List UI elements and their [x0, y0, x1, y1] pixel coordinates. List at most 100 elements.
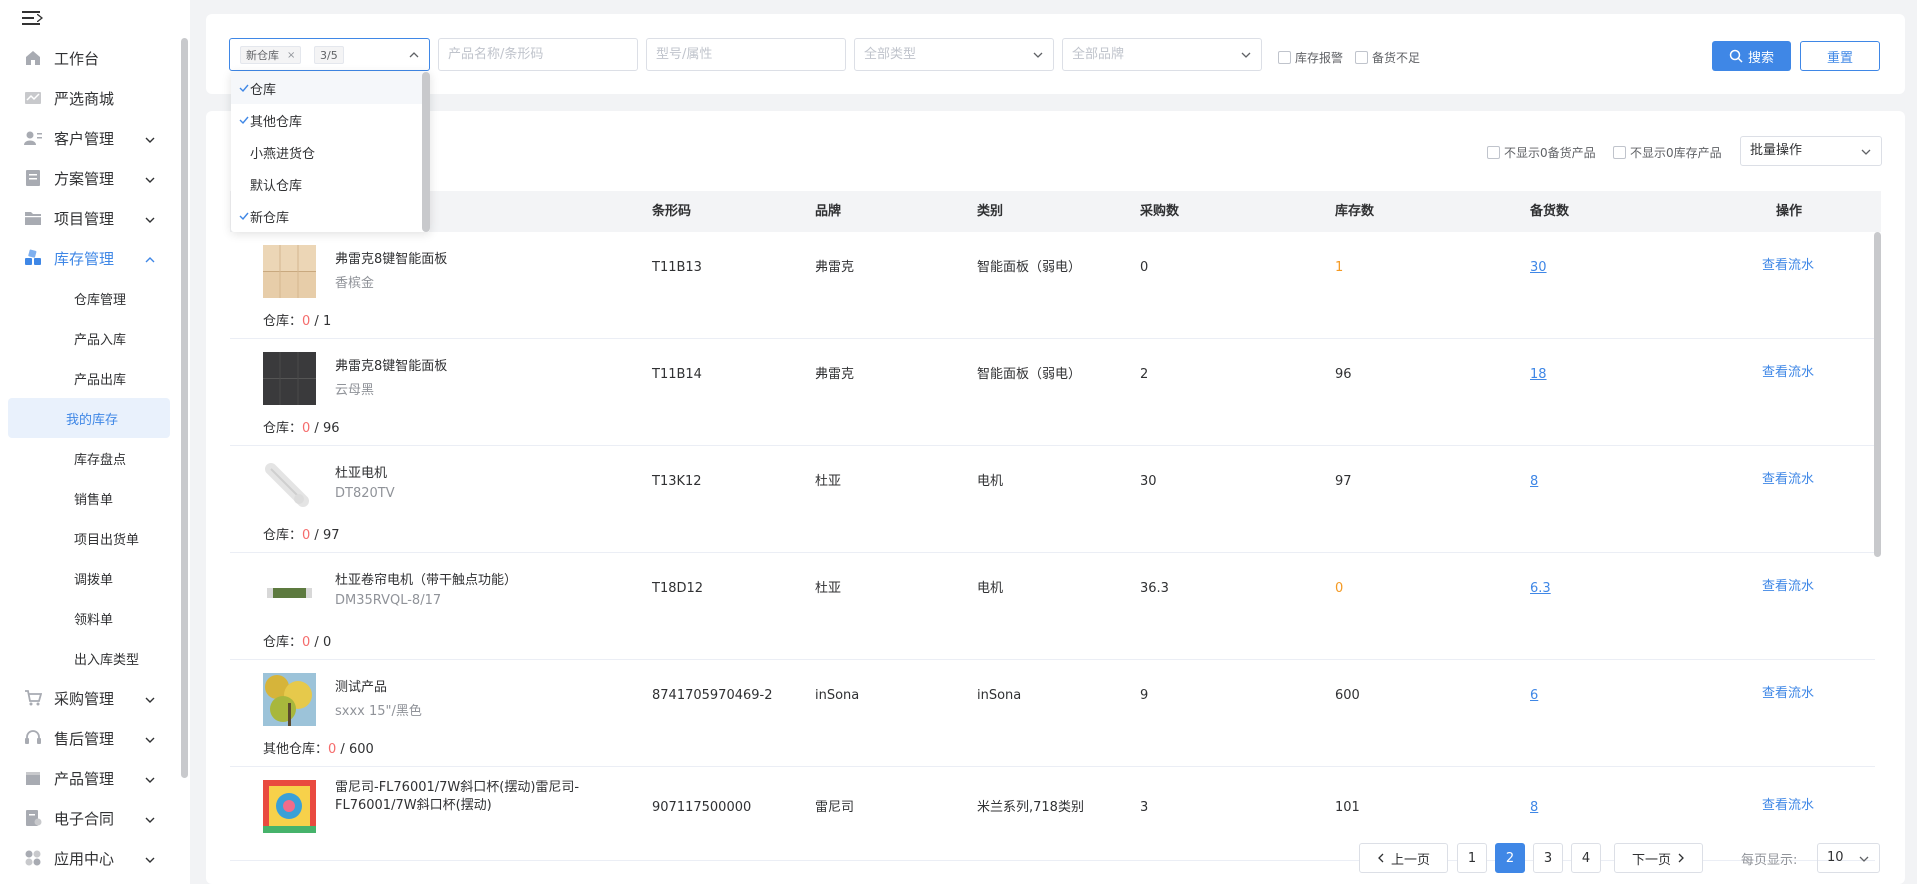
sidebar-item-0[interactable]: 工作台: [0, 38, 178, 78]
sidebar-item-3[interactable]: 方案管理: [0, 158, 178, 198]
dropdown-scrollbar[interactable]: [422, 72, 430, 232]
sidebar-item-7[interactable]: 售后管理: [0, 718, 178, 758]
view-flow-link[interactable]: 查看流水: [1762, 658, 1814, 730]
prev-page-button[interactable]: 上一页: [1359, 843, 1448, 873]
batch-operation-select[interactable]: 批量操作: [1740, 136, 1882, 166]
warehouse-tag: 新仓库 ×: [240, 46, 302, 64]
model-input[interactable]: 型号/属性: [646, 38, 846, 71]
sidebar-item-10[interactable]: 应用中心: [0, 838, 178, 878]
warehouse-option[interactable]: 小燕进货仓: [231, 136, 430, 168]
product-thumbnail[interactable]: [263, 566, 316, 619]
sidebar-subitem-6[interactable]: 项目出货单: [8, 518, 170, 558]
prepare-count-link[interactable]: 18: [1530, 339, 1547, 411]
reset-button[interactable]: 重置: [1800, 41, 1880, 71]
chevron-up-icon: [144, 252, 156, 264]
warehouse-stock-line: 仓库：0 / 96: [263, 417, 339, 436]
cell-barcode: T11B14: [652, 367, 702, 382]
warehouse-option-label: 其他仓库: [250, 114, 303, 130]
sidebar-item-2[interactable]: 客户管理: [0, 118, 178, 158]
sidebar-subitem-9[interactable]: 出入库类型: [8, 638, 170, 678]
warehouse-option-label: 默认仓库: [250, 178, 303, 194]
prepare-count-link[interactable]: 8: [1530, 774, 1538, 842]
sidebar-subitem-1[interactable]: 产品入库: [8, 318, 170, 358]
page-button[interactable]: 4: [1571, 843, 1601, 873]
prepare-count-link[interactable]: 6: [1530, 660, 1538, 732]
view-flow-link[interactable]: 查看流水: [1762, 337, 1814, 409]
tag-close-icon[interactable]: ×: [287, 50, 295, 61]
view-flow-link[interactable]: 查看流水: [1762, 551, 1814, 623]
warehouse-option[interactable]: 其他仓库: [231, 104, 430, 136]
product-thumbnail[interactable]: [263, 780, 316, 833]
cell-stock: 600: [1335, 688, 1360, 703]
sidebar-item-8[interactable]: 产品管理: [0, 758, 178, 798]
prepare-count-link[interactable]: 30: [1530, 232, 1547, 304]
prepare-count-link[interactable]: 6.3: [1530, 553, 1551, 625]
brand-select[interactable]: 全部品牌: [1062, 38, 1262, 71]
sidebar-item-5[interactable]: 库存管理: [0, 238, 178, 278]
warehouse-name: 仓库：: [263, 421, 303, 436]
warehouse-tag-label: 新仓库: [246, 49, 279, 62]
product-thumbnail[interactable]: [263, 459, 316, 512]
sidebar-subitem-8[interactable]: 领料单: [8, 598, 170, 638]
hide-zero-prepare-checkbox[interactable]: 不显示0备货产品: [1487, 144, 1596, 161]
product-thumbnail[interactable]: [263, 352, 316, 405]
next-page-label: 下一页: [1631, 852, 1671, 868]
per-page-value: 10: [1827, 850, 1844, 865]
hide-zero-stock-checkbox[interactable]: 不显示0库存产品: [1613, 144, 1722, 161]
page-button[interactable]: 2: [1495, 843, 1525, 873]
stock-alarm-label: 库存报警: [1295, 51, 1344, 65]
sidebar-item-9[interactable]: 电子合同: [0, 798, 178, 838]
checkbox-box[interactable]: [1487, 146, 1500, 159]
warehouse-option-label: 新仓库: [250, 210, 290, 226]
shortage-checkbox[interactable]: 备货不足: [1355, 49, 1420, 66]
page-button[interactable]: 1: [1457, 843, 1487, 873]
cell-purchase: 0: [1140, 260, 1149, 275]
sidebar-subitem-3[interactable]: 我的库存: [8, 398, 170, 438]
checkbox-box[interactable]: [1613, 146, 1626, 159]
chevron-down-icon: [144, 732, 156, 744]
next-page-button[interactable]: 下一页: [1614, 843, 1703, 873]
sidebar-item-4[interactable]: 项目管理: [0, 198, 178, 238]
sidebar-subitem-5[interactable]: 销售单: [8, 478, 170, 518]
header-prepare: 备货数: [1530, 204, 1570, 219]
warehouse-option[interactable]: 默认仓库: [231, 168, 430, 200]
type-select[interactable]: 全部类型: [854, 38, 1054, 71]
contract-icon: [24, 809, 42, 827]
product-thumbnail[interactable]: [263, 245, 316, 298]
warehouse-stock-line: 其他仓库：0 / 600: [263, 738, 374, 757]
chevron-down-icon: [144, 852, 156, 864]
page-button[interactable]: 3: [1533, 843, 1563, 873]
sidebar-item-6[interactable]: 采购管理: [0, 678, 178, 718]
stock-alarm-checkbox[interactable]: 库存报警: [1278, 49, 1343, 66]
sidebar-scrollbar[interactable]: [181, 38, 188, 778]
sidebar-item-1[interactable]: 严选商城: [0, 78, 178, 118]
per-page-select[interactable]: 10: [1817, 843, 1880, 873]
sidebar-subitem-4[interactable]: 库存盘点: [8, 438, 170, 478]
warehouse-stock-line: 仓库：0 / 0: [263, 631, 331, 650]
header-barcode: 条形码: [652, 204, 692, 219]
chevron-down-icon: [1859, 856, 1869, 862]
checkbox-box[interactable]: [1278, 51, 1291, 64]
sidebar-subitem-2[interactable]: 产品出库: [8, 358, 170, 398]
view-flow-link[interactable]: 查看流水: [1762, 772, 1814, 840]
warehouse-option[interactable]: 仓库: [231, 72, 430, 104]
prepare-count-link[interactable]: 8: [1530, 446, 1538, 518]
menu-collapse-icon[interactable]: [22, 10, 44, 28]
checkbox-box[interactable]: [1355, 51, 1368, 64]
view-flow-link[interactable]: 查看流水: [1762, 444, 1814, 516]
search-button[interactable]: 搜索: [1712, 41, 1791, 71]
chevron-up-icon: [409, 52, 419, 58]
chevron-down-icon: [144, 812, 156, 824]
warehouse-multiselect[interactable]: 新仓库 × 3/5: [229, 38, 430, 71]
table-row: 弗雷克8键智能面板 云母黑 仓库：0 / 96 T11B14 弗雷克 智能面板（弱电） 2 9…: [230, 339, 1875, 446]
sidebar-subitem-0[interactable]: 仓库管理: [8, 278, 170, 318]
table-header: 条形码 品牌 类别 采购数 库存数 备货数 操作: [230, 191, 1881, 232]
table-scrollbar[interactable]: [1874, 232, 1881, 557]
warehouse-option[interactable]: 新仓库: [231, 200, 430, 232]
product-search-input[interactable]: 产品名称/条形码: [438, 38, 638, 71]
product-thumbnail[interactable]: [263, 673, 316, 726]
view-flow-link[interactable]: 查看流水: [1762, 230, 1814, 302]
sidebar-subitem-7[interactable]: 调拨单: [8, 558, 170, 598]
chevron-left-icon: [1378, 853, 1384, 863]
cell-brand: 雷尼司: [815, 800, 855, 815]
